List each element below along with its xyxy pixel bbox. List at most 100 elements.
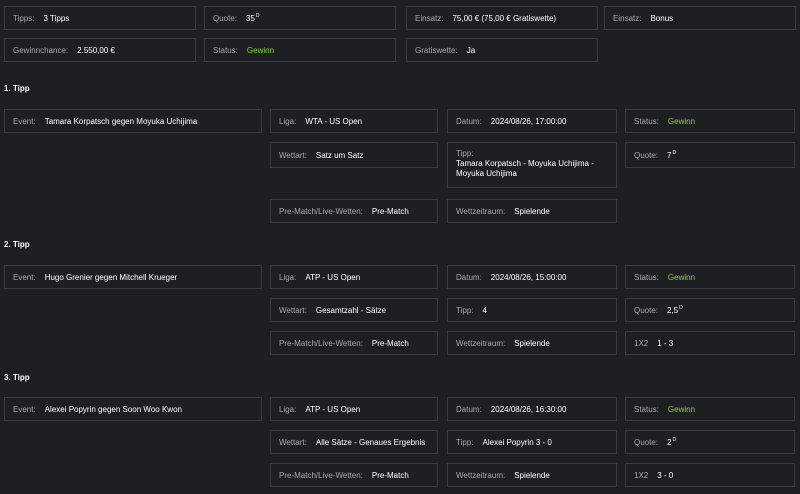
tipp-1-quote-sup: D xyxy=(672,150,677,156)
tipp-2-status-value: Gewinn xyxy=(667,272,696,282)
tipp-1-wettart: Wettart: Satz um Satz xyxy=(270,142,438,168)
tipp-3-wettzeitraum: Wettzeitraum: Spielende xyxy=(447,463,617,487)
quote-label: Quote: xyxy=(634,150,659,160)
prematch-label: Pre-Match/Live-Wetten: xyxy=(279,338,363,348)
summary-einsatz: Einsatz: 75,00 € (75,00 € Gratiswette) xyxy=(406,6,598,30)
summary-status-value: Gewinn xyxy=(246,45,275,55)
tipp-3-wettart-value: Alle Sätze - Genaues Ergebnis xyxy=(315,437,426,447)
quote-label: Quote: xyxy=(634,437,659,447)
tipp-1-status-value: Gewinn xyxy=(667,116,696,126)
tipp-2-wettart-value: Gesamtzahl - Sätze xyxy=(315,305,387,315)
tipp-label: Tipp: xyxy=(456,305,474,315)
tipp-3-event-value: Alexei Popyrin gegen Soon Woo Kwon xyxy=(44,404,182,414)
prematch-label: Pre-Match/Live-Wetten: xyxy=(279,206,363,216)
tipp-3-liga-value: ATP - US Open xyxy=(305,404,361,414)
summary-gratiswette: Gratiswette: Ja xyxy=(406,38,598,62)
tipp-2-tipp: Tipp: 4 xyxy=(447,298,617,322)
tipp-1-prematch-value: Pre-Match xyxy=(371,206,409,216)
event-label: Event: xyxy=(13,272,36,282)
tipp-label: Tipp: xyxy=(456,149,474,158)
wettzeitraum-label: Wettzeitraum: xyxy=(456,338,506,348)
summary-einsatz-type-label: Einsatz: xyxy=(613,13,642,23)
tipp-1-quote: Quote: 7D xyxy=(625,142,795,168)
summary-tipps-label: Tipps: xyxy=(13,13,35,23)
wettart-label: Wettart: xyxy=(279,150,307,160)
summary-quote-sup: D xyxy=(255,13,260,19)
datum-label: Datum: xyxy=(456,116,482,126)
tipp-2-wettart: Wettart: Gesamtzahl - Sätze xyxy=(270,298,438,322)
tipp-1-wettzeitraum-value: Spielende xyxy=(514,206,550,216)
tipp-2-liga-value: ATP - US Open xyxy=(305,272,361,282)
tipp-3-heading: 3. Tipp xyxy=(4,373,30,382)
summary-gewinnchance-label: Gewinnchance: xyxy=(13,45,69,55)
summary-quote-label: Quote: xyxy=(213,13,238,23)
tipp-2-heading: 2. Tipp xyxy=(4,240,30,249)
liga-label: Liga: xyxy=(279,404,297,414)
summary-tipps-value: 3 Tipps xyxy=(43,13,70,23)
tipp-1-quote-value: 7D xyxy=(667,150,677,160)
tipp-2-onex2-value: 1 - 3 xyxy=(657,338,674,348)
summary-status-label: Status: xyxy=(213,45,238,55)
tipp-2-wettzeitraum-value: Spielende xyxy=(514,338,550,348)
quote-label: Quote: xyxy=(634,305,659,315)
summary-gewinnchance-value: 2.550,00 € xyxy=(77,45,115,55)
tipp-3-onex2: 1X2 3 - 0 xyxy=(625,463,795,487)
tipp-2-event-value: Hugo Grenier gegen Mitchell Krueger xyxy=(44,272,178,282)
summary-quote: Quote: 35D xyxy=(204,6,396,30)
tipp-1-liga-value: WTA - US Open xyxy=(305,116,363,126)
onex2-label: 1X2 xyxy=(634,470,649,480)
tipp-2-status: Status: Gewinn xyxy=(625,265,795,289)
summary-quote-value: 35D xyxy=(246,13,260,23)
tipp-1-tipp: Tipp: Tamara Korpatsch - Moyuka Uchijima… xyxy=(447,142,617,188)
tipp-label: Tipp: xyxy=(456,437,474,447)
summary-gewinnchance: Gewinnchance: 2.550,00 € xyxy=(4,38,196,62)
tipp-3-event: Event: Alexei Popyrin gegen Soon Woo Kwo… xyxy=(4,397,262,421)
tipp-2-quote: Quote: 2,5D xyxy=(625,298,795,322)
tipp-3-status-value: Gewinn xyxy=(667,404,696,414)
tipp-2-prematch-value: Pre-Match xyxy=(371,338,409,348)
status-label: Status: xyxy=(634,404,659,414)
tipp-2-onex2: 1X2 1 - 3 xyxy=(625,331,795,355)
summary-einsatz-type: Einsatz: Bonus xyxy=(604,6,796,30)
tipp-1-event: Event: Tamara Korpatsch gegen Moyuka Uch… xyxy=(4,109,262,133)
tipp-3-wettart: Wettart: Alle Sätze - Genaues Ergebnis xyxy=(270,430,438,454)
tipp-3-wettzeitraum-value: Spielende xyxy=(514,470,550,480)
summary-tipps: Tipps: 3 Tipps xyxy=(4,6,196,30)
tipp-3-status: Status: Gewinn xyxy=(625,397,795,421)
datum-label: Datum: xyxy=(456,272,482,282)
tipp-3-prematch-value: Pre-Match xyxy=(371,470,409,480)
tipp-1-prematch: Pre-Match/Live-Wetten: Pre-Match xyxy=(270,199,438,223)
tipp-3-quote-sup: D xyxy=(672,437,677,443)
tipp-1-datum-value: 2024/08/26, 17:00:00 xyxy=(490,116,567,126)
wettzeitraum-label: Wettzeitraum: xyxy=(456,470,506,480)
summary-einsatz-type-value: Bonus xyxy=(650,13,674,23)
event-label: Event: xyxy=(13,404,36,414)
tipp-3-tipp-value: Alexei Popyrin 3 - 0 xyxy=(482,437,552,447)
status-label: Status: xyxy=(634,116,659,126)
liga-label: Liga: xyxy=(279,272,297,282)
summary-einsatz-label: Einsatz: xyxy=(415,13,444,23)
summary-gratiswette-value: Ja xyxy=(466,45,476,55)
summary-gratiswette-label: Gratiswette: xyxy=(415,45,458,55)
tipp-2-event: Event: Hugo Grenier gegen Mitchell Krueg… xyxy=(4,265,262,289)
tipp-1-tipp-value: Tamara Korpatsch - Moyuka Uchijima - Moy… xyxy=(456,159,594,178)
tipp-3-liga: Liga: ATP - US Open xyxy=(270,397,438,421)
tipp-2-datum-value: 2024/08/26, 15:00:00 xyxy=(490,272,567,282)
wettart-label: Wettart: xyxy=(279,437,307,447)
tipp-3-prematch: Pre-Match/Live-Wetten: Pre-Match xyxy=(270,463,438,487)
tipp-1-wettart-value: Satz um Satz xyxy=(315,150,364,160)
summary-status: Status: Gewinn xyxy=(204,38,396,62)
status-label: Status: xyxy=(634,272,659,282)
event-label: Event: xyxy=(13,116,36,126)
tipp-3-quote-value: 2D xyxy=(667,437,677,447)
tipp-1-liga: Liga: WTA - US Open xyxy=(270,109,438,133)
tipp-3-quote: Quote: 2D xyxy=(625,430,795,454)
tipp-1-wettzeitraum: Wettzeitraum: Spielende xyxy=(447,199,617,223)
tipp-1-status: Status: Gewinn xyxy=(625,109,795,133)
prematch-label: Pre-Match/Live-Wetten: xyxy=(279,470,363,480)
tipp-3-onex2-value: 3 - 0 xyxy=(657,470,674,480)
summary-einsatz-value: 75,00 € (75,00 € Gratiswette) xyxy=(452,13,557,23)
tipp-2-tipp-value: 4 xyxy=(482,305,487,315)
tipp-2-quote-sup: D xyxy=(679,305,683,311)
tipp-2-datum: Datum: 2024/08/26, 15:00:00 xyxy=(447,265,617,289)
